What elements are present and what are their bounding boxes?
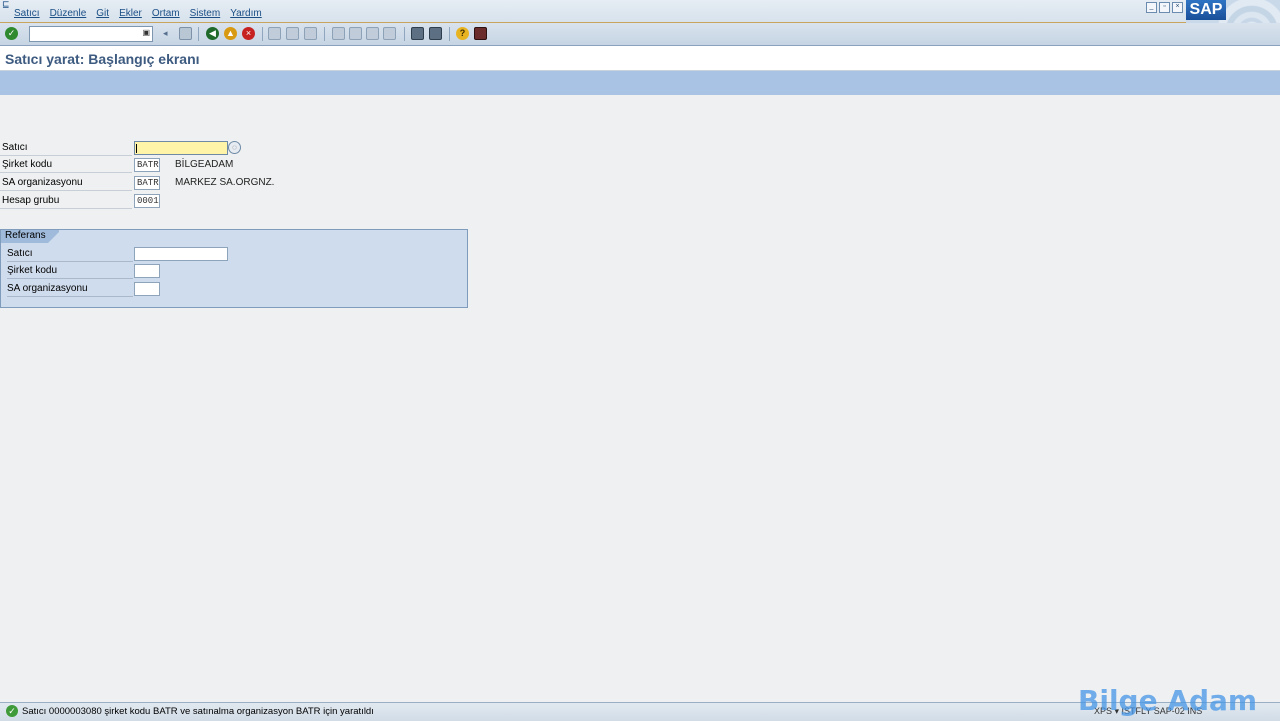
page-title: Satıcı yarat: Başlangıç ekranı [5,51,200,67]
system-menu-icon[interactable]: ⊑ [2,0,12,9]
text-cursor [136,144,137,153]
account-group-label: Hesap grubu [0,194,132,209]
window-controls: _ ▫ × [1146,2,1183,13]
title-bar: Satıcı yarat: Başlangıç ekranı [0,46,1280,71]
first-page-icon[interactable] [332,27,345,40]
company-code-description: BİLGEADAM [175,159,234,170]
find-icon[interactable] [286,27,299,40]
save-icon[interactable] [179,27,192,40]
purch-org-input[interactable]: BATR [134,176,160,190]
vendor-label: Satıcı [0,141,132,156]
menu-satici[interactable]: Satıcı [14,8,40,19]
previous-page-icon[interactable] [349,27,362,40]
account-group-input[interactable]: 0001 [134,194,160,208]
command-field[interactable]: ▣ [29,26,153,42]
minimize-icon[interactable]: _ [1146,2,1157,13]
menu-sistem[interactable]: Sistem [190,8,221,19]
enter-icon[interactable]: ✓ [5,27,18,40]
next-page-icon[interactable] [366,27,379,40]
purch-org-description: MARKEZ SA.ORGNZ. [175,177,275,188]
create-session-icon[interactable] [411,27,424,40]
shortcut-icon[interactable] [429,27,442,40]
main-menu: Satıcı Düzenle Git Ekler Ortam Sistem Ya… [14,8,272,19]
reference-group: Referans Satıcı Şirket kodu SA organizas… [0,229,468,308]
reference-purch-org-label: SA organizasyonu [7,282,133,297]
sap-logo-text: SAP [1186,0,1226,20]
close-icon[interactable]: × [1172,2,1183,13]
company-code-label: Şirket kodu [0,158,132,173]
company-code-input[interactable]: BATR [134,158,160,172]
menu-ortam[interactable]: Ortam [152,8,180,19]
last-page-icon[interactable] [383,27,396,40]
status-message[interactable]: Satıcı 0000003080 şirket kodu BATR ve sa… [22,706,374,717]
print-icon[interactable] [268,27,281,40]
reference-vendor-input[interactable] [134,247,228,261]
menu-ekler[interactable]: Ekler [119,8,142,19]
reference-group-title: Referans [1,230,59,243]
find-next-icon[interactable] [304,27,317,40]
back-icon[interactable]: ◀ [206,27,219,40]
reference-vendor-label: Satıcı [7,247,133,262]
help-icon[interactable]: ? [456,27,469,40]
command-history-icon[interactable]: ▣ [142,28,150,37]
layout-menu-icon[interactable] [474,27,487,40]
application-toolbar [0,71,1280,95]
menu-duzenle[interactable]: Düzenle [50,8,87,19]
exit-icon[interactable]: ▲ [224,27,237,40]
restore-icon[interactable]: ▫ [1159,2,1170,13]
search-help-icon[interactable]: ◌ [228,141,241,154]
reference-purch-org-input[interactable] [134,282,160,296]
menu-yardim[interactable]: Yardım [230,8,262,19]
watermark-logo: Bilge Adam [1078,684,1258,717]
toolbar-separator [324,27,325,41]
success-icon: ✓ [6,705,18,717]
cancel-icon[interactable]: × [242,27,255,40]
menu-bar: ⊑ Satıcı Düzenle Git Ekler Ortam Sistem … [0,0,1280,23]
vendor-input[interactable] [134,141,228,155]
reference-company-code-label: Şirket kodu [7,264,133,279]
command-arrow-icon[interactable]: ◂ [163,28,171,38]
toolbar-separator [262,27,263,41]
reference-company-code-input[interactable] [134,264,160,278]
purch-org-label: SA organizasyonu [0,176,132,191]
toolbar-separator [404,27,405,41]
toolbar-separator [449,27,450,41]
standard-toolbar: ✓ ▣ ◂ ◀ ▲ × ? [0,23,1280,46]
toolbar-separator [198,27,199,41]
menu-git[interactable]: Git [96,8,109,19]
